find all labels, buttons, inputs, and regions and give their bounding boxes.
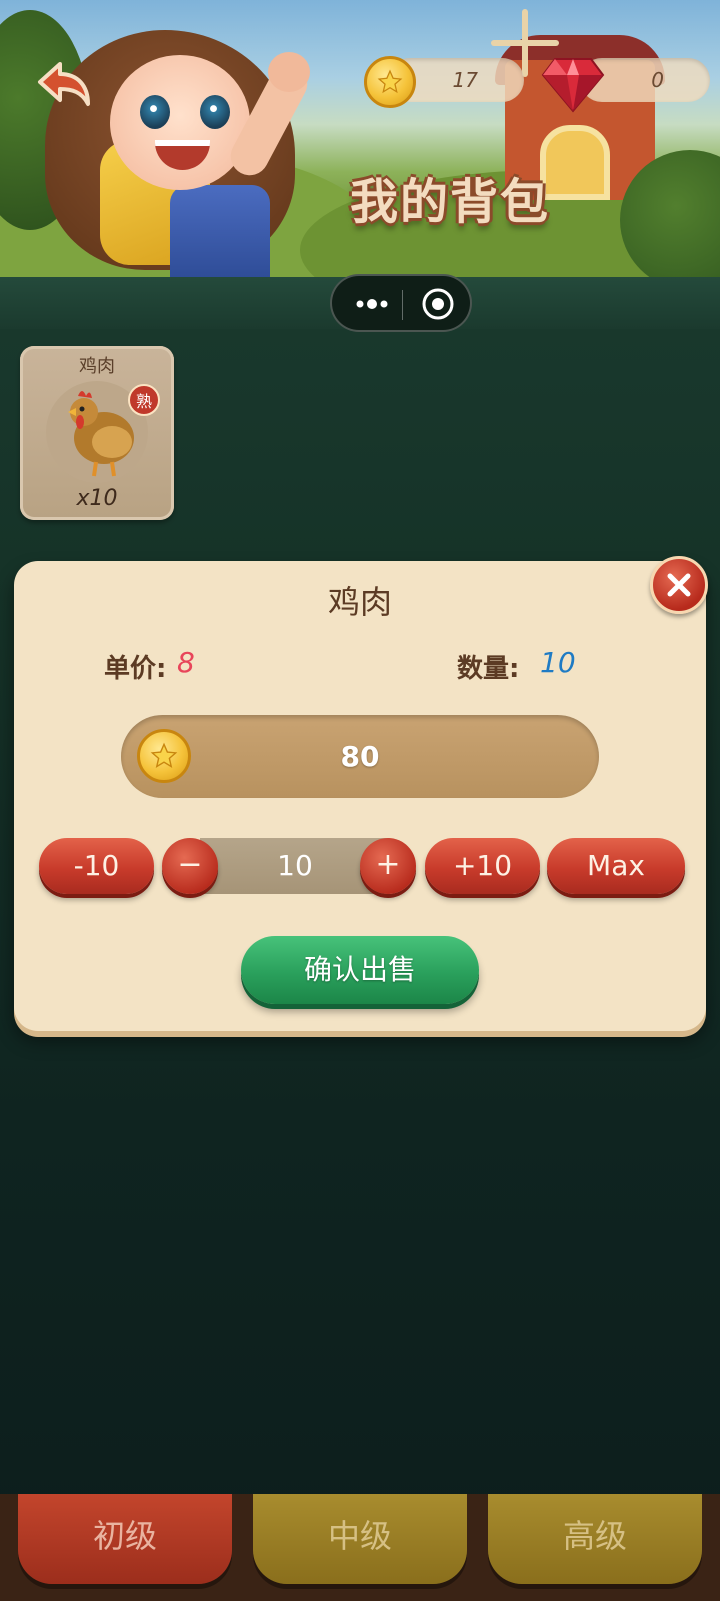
ruby-icon [541, 58, 605, 113]
header-banner [0, 0, 720, 277]
unit-price-value: 8 [177, 646, 195, 679]
dialog-title: 鸡肉 [327, 583, 392, 621]
tab-intermediate[interactable]: 中级 [253, 1494, 467, 1584]
gold-coin-icon [364, 56, 416, 108]
decrement-button[interactable]: − [162, 838, 218, 894]
total-price-value: 80 [340, 740, 380, 773]
unit-price-label: 单价: [104, 654, 167, 684]
increment-button[interactable]: + [360, 838, 416, 894]
close-button[interactable] [650, 556, 708, 614]
mini-program-capsule [330, 274, 472, 332]
quantity-label: 数量: [457, 654, 520, 684]
girl-fist [268, 52, 310, 92]
back-arrow-icon[interactable] [36, 56, 94, 112]
inventory-item-chicken[interactable]: 鸡肉 熟 x10 [20, 346, 174, 520]
capsule-divider [402, 290, 403, 320]
minus-ten-button[interactable]: -10 [39, 838, 154, 894]
more-icon[interactable] [346, 276, 398, 332]
tab-beginner[interactable]: 初级 [18, 1494, 232, 1584]
max-button[interactable]: Max [547, 838, 685, 894]
girl-eye [140, 95, 170, 129]
cooked-badge: 熟 [128, 384, 160, 416]
item-count: x10 [76, 486, 118, 511]
plus-ten-button[interactable]: +10 [425, 838, 540, 894]
gold-coin-icon [137, 729, 191, 783]
item-name: 鸡肉 [79, 356, 115, 377]
close-icon [667, 573, 691, 597]
quantity-value: 10 [540, 646, 576, 679]
page-title: 我的背包 [350, 174, 551, 230]
confirm-sell-button[interactable]: 确认出售 [241, 936, 479, 1004]
girl-overalls [170, 185, 270, 277]
girl-eye [200, 95, 230, 129]
total-price-bar: 80 [121, 715, 599, 798]
close-miniprogram-icon[interactable] [412, 276, 464, 332]
tab-advanced[interactable]: 高级 [488, 1494, 702, 1584]
barn-door [540, 125, 610, 200]
